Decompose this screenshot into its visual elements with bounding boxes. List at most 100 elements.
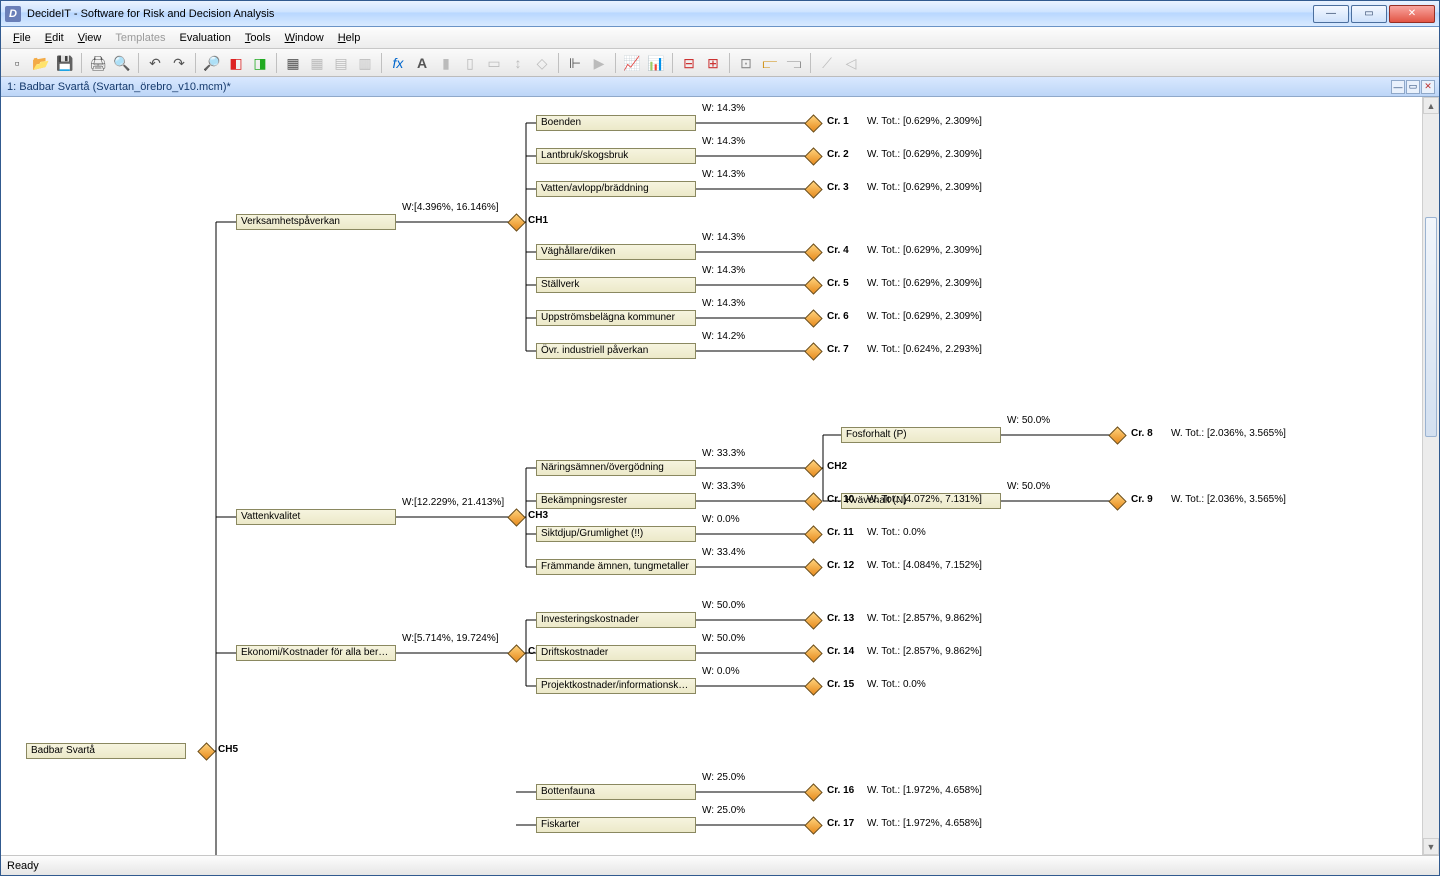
doc-close-icon[interactable]: ✕ (1421, 80, 1435, 94)
tb-misc1[interactable]: ⊡ (735, 52, 757, 74)
menu-help[interactable]: Help (332, 30, 367, 46)
menu-view[interactable]: View (72, 30, 108, 46)
tb-text[interactable]: A (411, 52, 433, 74)
diamond-group-0[interactable] (507, 213, 525, 231)
diamond-cr-1-1[interactable] (804, 492, 822, 510)
tb-misc3[interactable]: ⫎ (783, 52, 805, 74)
tb-tree2[interactable]: ⊞ (702, 52, 724, 74)
scroll-thumb[interactable] (1425, 217, 1437, 437)
diamond-sub-1[interactable] (1108, 492, 1126, 510)
w-leaf-0-1: W: 14.3% (702, 136, 745, 147)
tb-chart1[interactable]: 📈 (621, 52, 643, 74)
tb-g2[interactable]: ◁ (840, 52, 862, 74)
node-group-0[interactable]: Verksamhetspåverkan (236, 214, 396, 230)
diamond-sub-0[interactable] (1108, 426, 1126, 444)
node-root[interactable]: Badbar Svartå (26, 743, 186, 759)
menu-tools[interactable]: Tools (239, 30, 277, 46)
tb-grid-4[interactable]: ▥ (354, 52, 376, 74)
tb-zoom[interactable]: 🔎 (201, 52, 223, 74)
diamond-tail-0[interactable] (804, 783, 822, 801)
minimize-button[interactable]: — (1313, 5, 1349, 23)
node-group-1[interactable]: Vattenkvalitet (236, 509, 396, 525)
tb-eval-a[interactable]: ◧ (225, 52, 247, 74)
node-leaf-2-2[interactable]: Projektkostnader/informationskos… (536, 678, 696, 694)
menu-file[interactable]: File (7, 30, 37, 46)
diamond-cr-0-2[interactable] (804, 180, 822, 198)
diamond-cr-2-2[interactable] (804, 677, 822, 695)
node-tail-1[interactable]: Fiskarter (536, 817, 696, 833)
node-group-2[interactable]: Ekonomi/Kostnader för alla berö… (236, 645, 396, 661)
tb-col1[interactable]: ▮ (435, 52, 457, 74)
node-sub-0[interactable]: Fosforhalt (P) (841, 427, 1001, 443)
tb-fx[interactable]: fx (387, 52, 409, 74)
tb-col3[interactable]: ▭ (483, 52, 505, 74)
diamond-cr-0-0[interactable] (804, 114, 822, 132)
doc-max-icon[interactable]: ▭ (1406, 80, 1420, 94)
diamond-cr-0-6[interactable] (804, 342, 822, 360)
tb-misc2[interactable]: ⫍ (759, 52, 781, 74)
diamond-group-2[interactable] (507, 644, 525, 662)
diamond-cr-1-3[interactable] (804, 558, 822, 576)
decision-tree-canvas[interactable]: Badbar SvartåCH5VerksamhetspåverkanW:[4.… (1, 97, 1422, 855)
diamond-root[interactable] (197, 742, 215, 760)
node-leaf-0-1[interactable]: Lantbruk/skogsbruk (536, 148, 696, 164)
node-leaf-1-0[interactable]: Näringsämnen/övergödning (536, 460, 696, 476)
diamond-cr-0-4[interactable] (804, 276, 822, 294)
tb-play[interactable]: ▶ (588, 52, 610, 74)
menu-window[interactable]: Window (279, 30, 330, 46)
node-leaf-0-0[interactable]: Boenden (536, 115, 696, 131)
diamond-cr-2-1[interactable] (804, 644, 822, 662)
node-tail-0[interactable]: Bottenfauna (536, 784, 696, 800)
node-leaf-0-6[interactable]: Övr. industriell påverkan (536, 343, 696, 359)
node-leaf-1-3[interactable]: Främmande ämnen, tungmetaller (536, 559, 696, 575)
tb-grid-2[interactable]: ▦ (306, 52, 328, 74)
scroll-down-icon[interactable]: ▼ (1423, 838, 1439, 855)
close-button[interactable]: ✕ (1389, 5, 1435, 23)
maximize-button[interactable]: ▭ (1351, 5, 1387, 23)
tb-grid-3[interactable]: ▤ (330, 52, 352, 74)
tb-tree1[interactable]: ⊟ (678, 52, 700, 74)
tb-chart2[interactable]: 📊 (645, 52, 667, 74)
doc-min-icon[interactable]: — (1391, 80, 1405, 94)
node-leaf-2-0[interactable]: Investeringskostnader (536, 612, 696, 628)
diamond-group-1[interactable] (507, 508, 525, 526)
tb-ax[interactable]: ↕ (507, 52, 529, 74)
diamond-cr-0-5[interactable] (804, 309, 822, 327)
menu-evaluation[interactable]: Evaluation (174, 30, 237, 46)
tb-open[interactable]: 📂 (30, 52, 52, 74)
vertical-scrollbar[interactable]: ▲ ▼ (1422, 97, 1439, 855)
tb-redo[interactable]: ↷ (168, 52, 190, 74)
node-leaf-0-5[interactable]: Uppströmsbelägna kommuner (536, 310, 696, 326)
tb-undo[interactable]: ↶ (144, 52, 166, 74)
diamond-cr-0-1[interactable] (804, 147, 822, 165)
diamond-cr-2-0[interactable] (804, 611, 822, 629)
cr-1-2: Cr. 11 (827, 527, 854, 538)
titlebar[interactable]: D DecideIT - Software for Risk and Decis… (1, 1, 1439, 27)
app-icon: D (5, 6, 21, 22)
node-leaf-0-3[interactable]: Väghållare/diken (536, 244, 696, 260)
tb-eval-b[interactable]: ◨ (249, 52, 271, 74)
node-leaf-0-4[interactable]: Ställverk (536, 277, 696, 293)
node-leaf-2-1[interactable]: Driftskostnader (536, 645, 696, 661)
tb-hist[interactable]: ⊩ (564, 52, 586, 74)
diamond-ch2[interactable] (804, 459, 822, 477)
tb-save[interactable]: 💾 (54, 52, 76, 74)
scroll-up-icon[interactable]: ▲ (1423, 97, 1439, 114)
menu-edit[interactable]: Edit (39, 30, 70, 46)
node-leaf-1-2[interactable]: Siktdjup/Grumlighet (!!) (536, 526, 696, 542)
tb-preview[interactable]: 🔍 (111, 52, 133, 74)
tb-grid-1[interactable]: ▦ (282, 52, 304, 74)
tb-col2[interactable]: ▯ (459, 52, 481, 74)
tb-new[interactable]: ▫ (6, 52, 28, 74)
tb-print[interactable]: 🖨 (87, 52, 109, 74)
node-leaf-1-1[interactable]: Bekämpningsrester (536, 493, 696, 509)
node-leaf-0-2[interactable]: Vatten/avlopp/bräddning (536, 181, 696, 197)
document-tab[interactable]: 1: Badbar Svartå (Svartan_örebro_v10.mcm… (1, 77, 1439, 97)
cr-tail-0: Cr. 16 (827, 785, 854, 796)
tb-g1[interactable]: ⟋ (816, 52, 838, 74)
diamond-tail-1[interactable] (804, 816, 822, 834)
tot-0-6: W. Tot.: [0.624%, 2.293%] (867, 344, 982, 355)
tb-node[interactable]: ◇ (531, 52, 553, 74)
diamond-cr-0-3[interactable] (804, 243, 822, 261)
diamond-cr-1-2[interactable] (804, 525, 822, 543)
